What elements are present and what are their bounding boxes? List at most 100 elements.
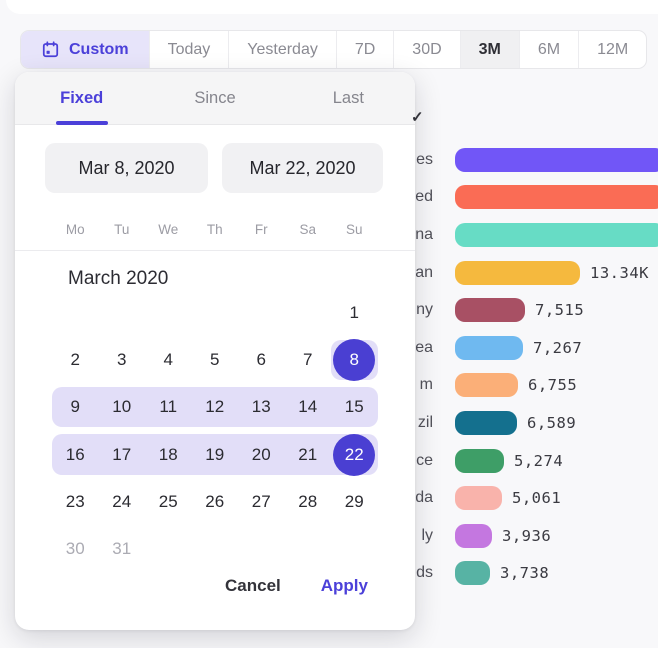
calendar-day[interactable]: 5 (192, 336, 239, 383)
day-number: 31 (112, 539, 131, 559)
calendar-day[interactable]: 25 (145, 478, 192, 525)
tab-since[interactable]: Since (148, 72, 281, 124)
calendar-day[interactable]: 27 (238, 478, 285, 525)
day-number: 13 (252, 397, 271, 417)
calendar-day[interactable]: 26 (192, 478, 239, 525)
calendar-day-empty (285, 525, 332, 572)
calendar-day[interactable]: 29 (331, 478, 378, 525)
calendar-day[interactable]: 16 (52, 431, 99, 478)
country-bar (455, 298, 525, 322)
country-bar (455, 185, 658, 209)
calendar-day[interactable]: 28 (285, 478, 332, 525)
day-number: 4 (164, 350, 173, 370)
date-to-input[interactable]: Mar 22, 2020 (222, 143, 383, 193)
datepicker-popup: FixedSinceLast Mar 8, 2020 Mar 22, 2020 … (15, 72, 415, 630)
chart-row[interactable]: zil6,589 (398, 404, 658, 442)
calendar-day[interactable]: 22 (331, 431, 378, 478)
calendar-day-empty (145, 289, 192, 336)
calendar-day[interactable]: 19 (192, 431, 239, 478)
calendar-day[interactable]: 24 (99, 478, 146, 525)
tab-fixed[interactable]: Fixed (15, 72, 148, 124)
preset-button-6m[interactable]: 6M (520, 31, 579, 68)
calendar-day-empty (192, 525, 239, 572)
calendar-day[interactable]: 10 (99, 384, 146, 431)
country-bar (455, 449, 504, 473)
calendar-week-row: 30 31 (52, 525, 378, 572)
country-value: 5,274 (514, 452, 563, 470)
day-number: 26 (205, 492, 224, 512)
day-number: 24 (112, 492, 131, 512)
apply-button[interactable]: Apply (321, 576, 368, 596)
day-number: 22 (345, 445, 364, 465)
day-number: 20 (252, 445, 271, 465)
custom-range-label: Custom (69, 41, 129, 59)
chart-row[interactable]: ny7,515 (398, 291, 658, 329)
day-number: 2 (71, 350, 80, 370)
preset-button-3m[interactable]: 3M (461, 31, 520, 68)
countries-bar-chart: esednaan13.34Kny7,515ea7,267m6,755zil6,5… (398, 141, 658, 592)
calendar-week-row: 1 (52, 289, 378, 336)
chart-row[interactable]: es (398, 141, 658, 179)
day-number: 25 (159, 492, 178, 512)
calendar-icon (41, 40, 60, 59)
chart-row[interactable]: ds3,738 (398, 555, 658, 593)
chart-row[interactable]: ce5,274 (398, 442, 658, 480)
weekday-label: Sa (285, 222, 332, 250)
calendar-day[interactable]: 4 (145, 336, 192, 383)
day-number: 1 (350, 303, 359, 323)
day-number: 21 (298, 445, 317, 465)
calendar-day[interactable]: 1 (331, 289, 378, 336)
custom-range-button[interactable]: Custom (21, 31, 150, 68)
preset-button-30d[interactable]: 30D (394, 31, 460, 68)
cancel-button[interactable]: Cancel (225, 576, 281, 596)
country-value: 7,267 (533, 339, 582, 357)
chart-row[interactable]: da5,061 (398, 479, 658, 517)
weekday-label: Tu (99, 222, 146, 250)
chart-row[interactable]: an13.34K (398, 254, 658, 292)
calendar-day[interactable]: 15 (331, 384, 378, 431)
calendar-week-row: 23 24 25 26 272829 (52, 478, 378, 525)
tab-last[interactable]: Last (282, 72, 415, 124)
calendar-day[interactable]: 12 (192, 384, 239, 431)
preset-button-yesterday[interactable]: Yesterday (229, 31, 337, 68)
chart-row[interactable]: ly3,936 (398, 517, 658, 555)
country-value: 5,061 (512, 489, 561, 507)
calendar-day[interactable]: 11 (145, 384, 192, 431)
chart-row[interactable]: na (398, 216, 658, 254)
calendar-day[interactable]: 2 (52, 336, 99, 383)
calendar-day[interactable]: 31 (99, 525, 146, 572)
calendar-day-empty (192, 289, 239, 336)
chart-row[interactable]: ed (398, 179, 658, 217)
country-value: 6,755 (528, 376, 577, 394)
weekday-label: Mo (52, 222, 99, 250)
country-bar (455, 524, 492, 548)
country-value: 13.34K (590, 264, 649, 282)
calendar-day[interactable]: 20 (238, 431, 285, 478)
calendar-day[interactable]: 30 (52, 525, 99, 572)
day-number: 3 (117, 350, 126, 370)
tab-label: Fixed (60, 89, 103, 108)
day-number: 6 (257, 350, 266, 370)
preset-button-12m[interactable]: 12M (579, 31, 646, 68)
preset-button-today[interactable]: Today (150, 31, 230, 68)
preset-button-7d[interactable]: 7D (337, 31, 394, 68)
calendar-day[interactable]: 23 (52, 478, 99, 525)
calendar-day[interactable]: 6 (238, 336, 285, 383)
calendar-day[interactable]: 21 (285, 431, 332, 478)
calendar-day-empty (238, 525, 285, 572)
chart-row[interactable]: ea7,267 (398, 329, 658, 367)
calendar-day[interactable]: 13 (238, 384, 285, 431)
calendar-day[interactable]: 9 (52, 384, 99, 431)
calendar-day[interactable]: 14 (285, 384, 332, 431)
day-number: 8 (350, 350, 359, 370)
calendar-day-empty (285, 289, 332, 336)
background-menu-check-icon: ✓ (411, 108, 424, 126)
calendar-day[interactable]: 3 (99, 336, 146, 383)
calendar-day[interactable]: 7 (285, 336, 332, 383)
country-bar (455, 486, 502, 510)
date-from-input[interactable]: Mar 8, 2020 (45, 143, 208, 193)
calendar-day[interactable]: 8 (331, 336, 378, 383)
calendar-day[interactable]: 18 (145, 431, 192, 478)
calendar-day[interactable]: 17 (99, 431, 146, 478)
chart-row[interactable]: m6,755 (398, 367, 658, 405)
